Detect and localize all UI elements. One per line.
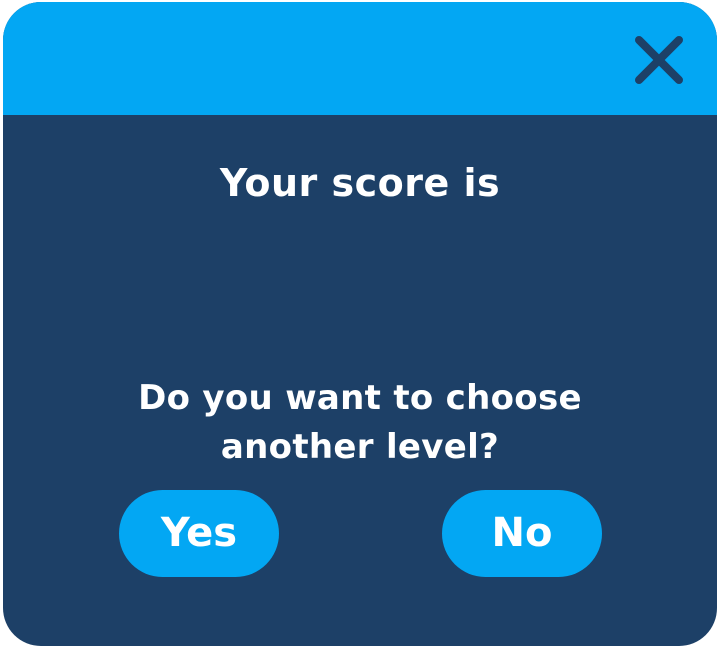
no-button[interactable]: No [442, 490, 602, 577]
close-icon [635, 36, 683, 84]
yes-button[interactable]: Yes [119, 490, 279, 577]
score-title: Your score is [219, 161, 501, 205]
dialog-titlebar [3, 2, 717, 115]
score-value [3, 232, 717, 312]
level-complete-dialog: Your score is Do you want to choose anot… [3, 2, 717, 646]
close-button[interactable] [633, 34, 685, 86]
choose-level-question: Do you want to choose another level? [138, 378, 582, 467]
